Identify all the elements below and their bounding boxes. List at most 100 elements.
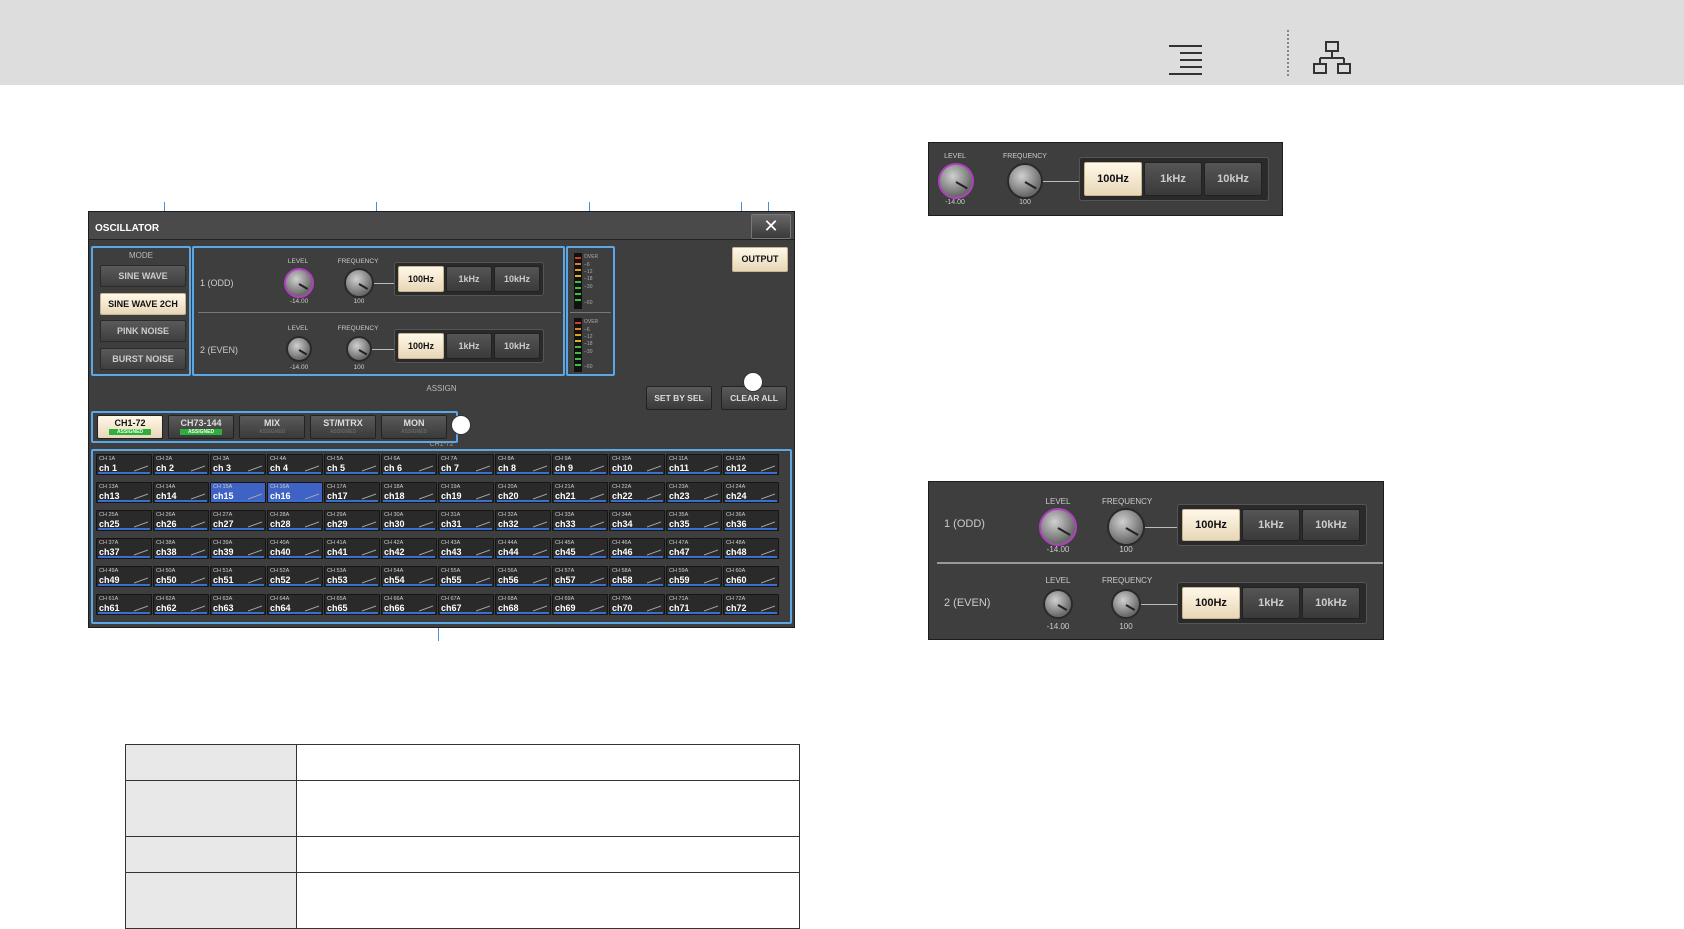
freq-1khz-button-2[interactable]: 1kHz — [1242, 587, 1300, 619]
level-knob-1[interactable] — [284, 268, 314, 298]
freq-1khz-button[interactable]: 1kHz — [1144, 162, 1202, 196]
channel-assign-button-36[interactable]: CH 36A ch36 — [723, 510, 779, 531]
sitemap-icon[interactable] — [1312, 40, 1352, 76]
channel-assign-button-20[interactable]: CH 20A ch20 — [495, 482, 551, 503]
channel-assign-button-17[interactable]: CH 17A ch17 — [324, 482, 380, 503]
channel-assign-button-11[interactable]: CH 11A ch11 — [666, 454, 722, 475]
channel-assign-button-67[interactable]: CH 67A ch67 — [438, 594, 494, 615]
frequency-knob-2[interactable] — [346, 336, 372, 362]
channel-assign-button-71[interactable]: CH 71A ch71 — [666, 594, 722, 615]
frequency-knob-1[interactable] — [1107, 508, 1145, 546]
toc-icon[interactable] — [1166, 40, 1206, 76]
channel-assign-button-34[interactable]: CH 34A ch34 — [609, 510, 665, 531]
channel-assign-button-3[interactable]: CH 3A ch 3 — [210, 454, 266, 475]
channel-assign-button-44[interactable]: CH 44A ch44 — [495, 538, 551, 559]
channel-assign-button-40[interactable]: CH 40A ch40 — [267, 538, 323, 559]
freq-1khz-button-1[interactable]: 1kHz — [1242, 509, 1300, 541]
level-knob-2[interactable] — [286, 336, 312, 362]
tab-ch73-144[interactable]: CH73-144 ASSIGNED — [168, 415, 234, 439]
channel-assign-button-13[interactable]: CH 13A ch13 — [96, 482, 152, 503]
freq-10khz-button-2[interactable]: 10kHz — [1302, 587, 1360, 619]
frequency-knob-1[interactable] — [344, 268, 374, 298]
channel-assign-button-38[interactable]: CH 38A ch38 — [153, 538, 209, 559]
channel-assign-button-28[interactable]: CH 28A ch28 — [267, 510, 323, 531]
frequency-knob[interactable] — [1007, 163, 1043, 199]
channel-assign-button-47[interactable]: CH 47A ch47 — [666, 538, 722, 559]
mode-sine-wave-2ch-button[interactable]: SINE WAVE 2CH — [100, 293, 186, 315]
channel-assign-button-26[interactable]: CH 26A ch26 — [153, 510, 209, 531]
channel-assign-button-14[interactable]: CH 14A ch14 — [153, 482, 209, 503]
channel-assign-button-72[interactable]: CH 72A ch72 — [723, 594, 779, 615]
channel-assign-button-7[interactable]: CH 7A ch 7 — [438, 454, 494, 475]
channel-assign-button-18[interactable]: CH 18A ch18 — [381, 482, 437, 503]
channel-assign-button-58[interactable]: CH 58A ch58 — [609, 566, 665, 587]
frequency-knob-2[interactable] — [1111, 589, 1141, 619]
channel-assign-button-51[interactable]: CH 51A ch51 — [210, 566, 266, 587]
channel-assign-button-12[interactable]: CH 12A ch12 — [723, 454, 779, 475]
channel-assign-button-63[interactable]: CH 63A ch63 — [210, 594, 266, 615]
channel-assign-button-64[interactable]: CH 64A ch64 — [267, 594, 323, 615]
channel-assign-button-37[interactable]: CH 37A ch37 — [96, 538, 152, 559]
channel-assign-button-57[interactable]: CH 57A ch57 — [552, 566, 608, 587]
channel-assign-button-49[interactable]: CH 49A ch49 — [96, 566, 152, 587]
channel-assign-button-30[interactable]: CH 30A ch30 — [381, 510, 437, 531]
channel-assign-button-8[interactable]: CH 8A ch 8 — [495, 454, 551, 475]
channel-assign-button-31[interactable]: CH 31A ch31 — [438, 510, 494, 531]
channel-assign-button-1[interactable]: CH 1A ch 1 — [96, 454, 152, 475]
channel-assign-button-27[interactable]: CH 27A ch27 — [210, 510, 266, 531]
channel-assign-button-21[interactable]: CH 21A ch21 — [552, 482, 608, 503]
channel-assign-button-61[interactable]: CH 61A ch61 — [96, 594, 152, 615]
channel-assign-button-15[interactable]: CH 15A ch15 — [210, 482, 266, 503]
level-knob-2[interactable] — [1043, 589, 1073, 619]
channel-assign-button-25[interactable]: CH 25A ch25 — [96, 510, 152, 531]
channel-assign-button-32[interactable]: CH 32A ch32 — [495, 510, 551, 531]
level-knob[interactable] — [938, 163, 974, 199]
channel-assign-button-42[interactable]: CH 42A ch42 — [381, 538, 437, 559]
tab-ch1-72[interactable]: CH1-72 ASSIGNED — [97, 415, 163, 439]
freq-1khz-button-2[interactable]: 1kHz — [446, 333, 492, 359]
freq-10khz-button[interactable]: 10kHz — [1204, 162, 1262, 196]
channel-assign-button-68[interactable]: CH 68A ch68 — [495, 594, 551, 615]
close-button[interactable]: ✕ — [751, 214, 791, 239]
channel-assign-button-45[interactable]: CH 45A ch45 — [552, 538, 608, 559]
channel-assign-button-53[interactable]: CH 53A ch53 — [324, 566, 380, 587]
channel-assign-button-5[interactable]: CH 5A ch 5 — [324, 454, 380, 475]
tab-st-mtrx[interactable]: ST/MTRX ASSIGNED — [310, 415, 376, 439]
channel-assign-button-23[interactable]: CH 23A ch23 — [666, 482, 722, 503]
channel-assign-button-9[interactable]: CH 9A ch 9 — [552, 454, 608, 475]
channel-assign-button-16[interactable]: CH 16A ch16 — [267, 482, 323, 503]
freq-10khz-button-1[interactable]: 10kHz — [1302, 509, 1360, 541]
channel-assign-button-24[interactable]: CH 24A ch24 — [723, 482, 779, 503]
tab-mon[interactable]: MON ASSIGNED — [381, 415, 447, 439]
tab-mix[interactable]: MIX ASSIGNED — [239, 415, 305, 439]
freq-1khz-button-1[interactable]: 1kHz — [446, 266, 492, 292]
channel-assign-button-66[interactable]: CH 66A ch66 — [381, 594, 437, 615]
freq-10khz-button-1[interactable]: 10kHz — [494, 266, 540, 292]
channel-assign-button-6[interactable]: CH 6A ch 6 — [381, 454, 437, 475]
channel-assign-button-2[interactable]: CH 2A ch 2 — [153, 454, 209, 475]
output-button[interactable]: OUTPUT — [732, 247, 788, 272]
channel-assign-button-39[interactable]: CH 39A ch39 — [210, 538, 266, 559]
channel-assign-button-19[interactable]: CH 19A ch19 — [438, 482, 494, 503]
freq-100hz-button-2[interactable]: 100Hz — [398, 333, 444, 359]
freq-100hz-button-1[interactable]: 100Hz — [398, 266, 444, 292]
channel-assign-button-70[interactable]: CH 70A ch70 — [609, 594, 665, 615]
mode-sine-wave-button[interactable]: SINE WAVE — [100, 265, 186, 287]
channel-assign-button-52[interactable]: CH 52A ch52 — [267, 566, 323, 587]
mode-pink-noise-button[interactable]: PINK NOISE — [100, 320, 186, 342]
channel-assign-button-10[interactable]: CH 10A ch10 — [609, 454, 665, 475]
channel-assign-button-65[interactable]: CH 65A ch65 — [324, 594, 380, 615]
channel-assign-button-22[interactable]: CH 22A ch22 — [609, 482, 665, 503]
channel-assign-button-60[interactable]: CH 60A ch60 — [723, 566, 779, 587]
channel-assign-button-33[interactable]: CH 33A ch33 — [552, 510, 608, 531]
channel-assign-button-29[interactable]: CH 29A ch29 — [324, 510, 380, 531]
channel-assign-button-62[interactable]: CH 62A ch62 — [153, 594, 209, 615]
freq-100hz-button-1[interactable]: 100Hz — [1182, 509, 1240, 541]
channel-assign-button-69[interactable]: CH 69A ch69 — [552, 594, 608, 615]
freq-100hz-button[interactable]: 100Hz — [1084, 162, 1142, 196]
channel-assign-button-43[interactable]: CH 43A ch43 — [438, 538, 494, 559]
channel-assign-button-48[interactable]: CH 48A ch48 — [723, 538, 779, 559]
freq-100hz-button-2[interactable]: 100Hz — [1182, 587, 1240, 619]
channel-assign-button-41[interactable]: CH 41A ch41 — [324, 538, 380, 559]
channel-assign-button-46[interactable]: CH 46A ch46 — [609, 538, 665, 559]
